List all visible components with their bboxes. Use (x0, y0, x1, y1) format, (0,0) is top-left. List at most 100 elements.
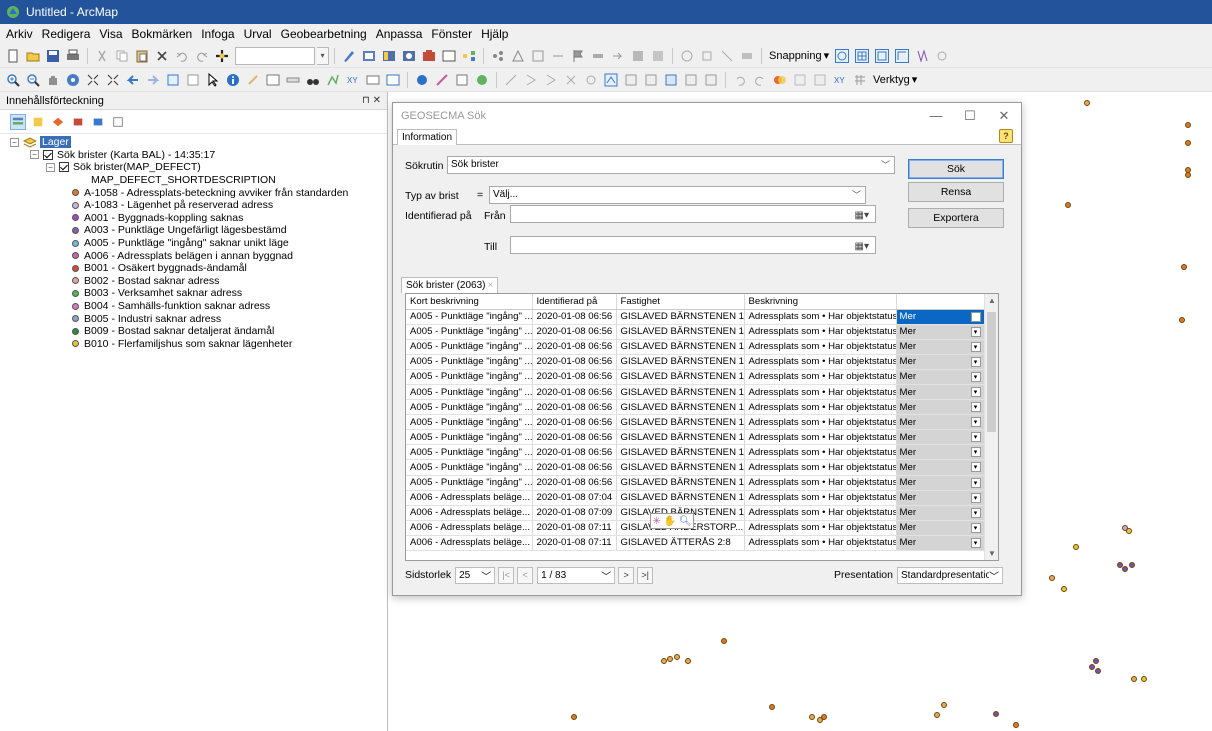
map-feature-point[interactable] (1013, 722, 1019, 728)
map-feature-point[interactable] (1185, 172, 1191, 178)
attribute-edit-icon[interactable] (702, 71, 720, 89)
visibility-checkbox[interactable] (59, 162, 69, 173)
mer-dropdown[interactable]: Mer ▾ (896, 475, 985, 491)
zoom-in-icon[interactable] (4, 71, 22, 89)
editor-icon[interactable] (340, 47, 358, 65)
chevron-down-icon[interactable]: ▾ (970, 432, 981, 443)
legend-item[interactable]: A003 - Punktläge Ungefärligt lägesbestäm… (0, 224, 387, 237)
table-row[interactable]: A005 - Punktläge "ingång" ... 2020-01-08 … (406, 384, 985, 401)
point-snapping-icon[interactable] (833, 47, 851, 65)
presentation-select[interactable]: Standardpresentatior ﹀ (897, 566, 1003, 584)
xy-tool-icon[interactable]: XY (831, 71, 849, 89)
map-feature-point[interactable] (1093, 658, 1099, 664)
calendar-icon[interactable]: ▦▾ (855, 208, 869, 224)
map-feature-point[interactable] (685, 658, 691, 664)
mer-dropdown[interactable]: Mer ▾ (896, 459, 985, 476)
map-feature-point[interactable] (667, 656, 673, 662)
verktyg-dropdown[interactable]: Verktyg ▾ (871, 73, 919, 87)
chevron-down-icon[interactable]: ▾ (970, 386, 981, 397)
attributes-icon[interactable] (453, 71, 471, 89)
trace-network-icon[interactable] (678, 47, 696, 65)
measure-icon[interactable] (284, 71, 302, 89)
legend-item[interactable]: B001 - Osäkert byggnads-ändamål (0, 262, 387, 275)
column-header[interactable]: Kort beskrivning (406, 294, 533, 310)
network-icon[interactable] (489, 47, 507, 65)
first-page-icon[interactable]: |< (498, 566, 515, 584)
legend-item[interactable]: A005 - Punktläge "ingång" saknar unikt l… (0, 237, 387, 250)
mer-dropdown[interactable]: Mer ▾ (896, 309, 985, 325)
map-feature-point[interactable] (1185, 140, 1191, 146)
explore-icon[interactable]: ✳ (652, 516, 660, 527)
table-row[interactable]: A005 - Punktläge "ingång" ... 2020-01-08 … (406, 324, 985, 340)
map-feature-point[interactable] (1122, 566, 1128, 572)
vertex-tool-icon[interactable] (542, 71, 560, 89)
map-feature-point[interactable] (809, 714, 815, 720)
legend-item[interactable]: B005 - Industri saknar adress (0, 312, 387, 325)
chevron-down-icon[interactable]: ▾ (970, 371, 981, 382)
list-by-drawing-order-icon[interactable] (10, 113, 26, 130)
menu-item[interactable]: Anpassa (376, 27, 423, 41)
chevron-down-icon[interactable]: ▾ (970, 311, 981, 322)
map-feature-point[interactable] (1126, 528, 1132, 534)
calendar-icon[interactable]: ▦▾ (855, 239, 869, 255)
export-button[interactable]: Exportera (908, 208, 1004, 228)
table-of-contents-icon[interactable] (360, 47, 378, 65)
menu-item[interactable]: Geobearbetning (281, 27, 367, 41)
geometric-network-icon[interactable] (529, 47, 547, 65)
chevron-down-icon[interactable]: ▾ (970, 341, 981, 352)
chevron-down-icon[interactable]: ▾ (970, 417, 981, 428)
pan-icon[interactable] (44, 71, 62, 89)
redo-edit-icon[interactable] (751, 71, 769, 89)
map-feature-point[interactable] (769, 704, 775, 710)
chevron-down-icon[interactable]: ▾ (970, 462, 981, 473)
isolate-icon[interactable] (698, 47, 716, 65)
legend-item[interactable]: B004 - Samhälls-funktion saknar adress (0, 300, 387, 313)
mer-dropdown[interactable]: Mer ▾ (896, 429, 985, 446)
report-icon[interactable] (811, 71, 829, 89)
chevron-down-icon[interactable]: ▾ (970, 326, 981, 337)
clear-button[interactable]: Rensa (908, 182, 1004, 202)
table-row[interactable]: A006 - Adressplats beläge... 2020-01-08 0… (406, 505, 985, 521)
menu-item[interactable]: Urval (244, 27, 272, 41)
scrollbar-thumb[interactable] (987, 312, 996, 432)
scroll-down-icon[interactable]: ▼ (985, 549, 998, 558)
map-feature-point[interactable] (1185, 122, 1191, 128)
map-feature-point[interactable] (993, 711, 999, 717)
map-feature-point[interactable] (1179, 317, 1185, 323)
close-icon[interactable]: ✕ (987, 108, 1021, 124)
fixed-zoom-in-icon[interactable] (84, 71, 102, 89)
hyperlink-icon[interactable] (244, 71, 262, 89)
print-icon[interactable] (64, 47, 82, 65)
mer-dropdown[interactable]: Mer ▾ (896, 369, 985, 385)
map-feature-point[interactable] (1131, 676, 1137, 682)
model-builder-icon[interactable] (460, 47, 478, 65)
chevron-down-icon[interactable]: ▾ (970, 537, 981, 548)
map-feature-point[interactable] (1049, 575, 1055, 581)
legend-item[interactable]: B003 - Verksamhet saknar adress (0, 287, 387, 300)
menu-item[interactable]: Visa (99, 27, 122, 41)
legend-item[interactable]: A001 - Byggnads-koppling saknas (0, 212, 387, 225)
menu-item[interactable]: Hjälp (481, 27, 508, 41)
topology-icon[interactable] (509, 47, 527, 65)
mer-dropdown[interactable]: Mer ▾ (896, 414, 985, 431)
page-select[interactable]: 1 / 83 ﹀ (537, 566, 616, 584)
undo-edit-icon[interactable] (731, 71, 749, 89)
visibility-checkbox[interactable] (43, 149, 53, 160)
menu-item[interactable]: Infoga (201, 27, 234, 41)
time-slider-icon[interactable] (364, 71, 382, 89)
flow-icon[interactable] (609, 47, 627, 65)
vertical-scrollbar[interactable]: ▲ ▼ (984, 294, 998, 560)
clear-selection-icon[interactable] (184, 71, 202, 89)
mer-dropdown[interactable]: Mer ▾ (896, 384, 985, 401)
forward-extent-icon[interactable] (144, 71, 162, 89)
paste-icon[interactable] (133, 47, 151, 65)
chevron-down-icon[interactable]: ▾ (970, 477, 981, 488)
line-tool-icon[interactable] (502, 71, 520, 89)
table-row[interactable]: A005 - Punktläge "ingång" ... 2020-01-08 … (406, 399, 985, 416)
chevron-down-icon[interactable]: ▾ (970, 507, 981, 518)
delete-vertex-icon[interactable] (562, 71, 580, 89)
table-row[interactable]: A005 - Punktläge "ingång" ... 2020-01-08 … (406, 369, 985, 385)
fran-date-input[interactable]: ▦▾ (510, 205, 876, 223)
legend-item[interactable]: A006 - Adressplats belägen i annan byggn… (0, 249, 387, 262)
chevron-down-icon[interactable]: ▾ (970, 402, 981, 413)
